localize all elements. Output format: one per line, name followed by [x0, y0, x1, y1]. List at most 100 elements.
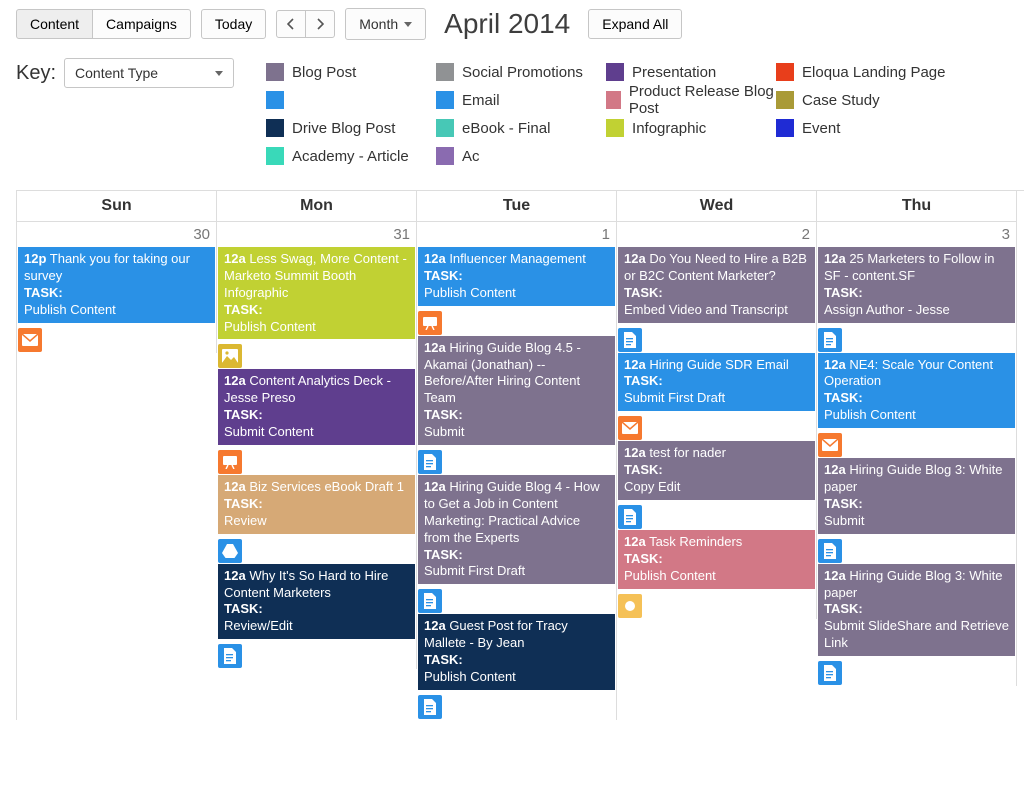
legend-label: Drive Blog Post	[292, 120, 395, 137]
key-label: Key:	[16, 58, 56, 85]
swatch	[776, 63, 794, 81]
event[interactable]: 12a Guest Post for Tracy Mallete - By Je…	[418, 614, 615, 690]
legend-label: Blog Post	[292, 64, 356, 81]
date-number: 2	[617, 222, 816, 247]
calendar-cell[interactable]: 112a Influencer ManagementTASK:Publish C…	[417, 222, 617, 720]
legend-label: Eloqua Landing Page	[802, 64, 945, 81]
legend-label: Ac	[462, 148, 480, 165]
day-header: Wed	[617, 191, 817, 222]
nav-arrows	[276, 10, 335, 38]
page-title: April 2014	[444, 8, 570, 40]
preso-icon	[218, 450, 242, 474]
chevron-down-icon	[215, 71, 223, 76]
legend-label: Presentation	[632, 64, 716, 81]
legend-label: Infographic	[632, 120, 706, 137]
img-icon	[218, 344, 242, 368]
swatch	[436, 91, 454, 109]
event[interactable]: 12a Hiring Guide Blog 4.5 - Akamai (Jona…	[418, 336, 615, 445]
event[interactable]: 12a Less Swag, More Content - Marketo Su…	[218, 247, 415, 339]
legend-item: Presentation	[606, 58, 776, 86]
doc-icon	[418, 589, 442, 613]
legend-item: Product Release Blog Post	[606, 86, 776, 114]
legend-item: Academy - Article	[266, 142, 436, 170]
event[interactable]: 12a Hiring Guide SDR EmailTASK:Submit Fi…	[618, 353, 815, 412]
legend-label: Email	[462, 92, 500, 109]
swatch	[266, 91, 284, 109]
legend-item: Social Promotions	[436, 58, 606, 86]
doc-icon	[618, 505, 642, 529]
mail-icon	[818, 433, 842, 457]
event[interactable]: 12a NE4: Scale Your Content OperationTAS…	[818, 353, 1015, 429]
event[interactable]: 12a test for naderTASK:Copy Edit	[618, 441, 815, 500]
event[interactable]: 12a 25 Marketers to Follow in SF - conte…	[818, 247, 1015, 323]
today-button[interactable]: Today	[201, 9, 266, 39]
legend-item: Eloqua Landing Page	[776, 58, 946, 86]
event[interactable]: 12a Content Analytics Deck - Jesse Preso…	[218, 369, 415, 445]
event[interactable]: 12a Hiring Guide Blog 3: White paperTASK…	[818, 564, 1015, 656]
legend-label: Case Study	[802, 92, 880, 109]
event[interactable]: 12a Task RemindersTASK:Publish Content	[618, 530, 815, 589]
legend-label: Academy - Article	[292, 148, 409, 165]
calendar-cell[interactable]: 3112a Less Swag, More Content - Marketo …	[217, 222, 417, 669]
calendar-row: 3012p Thank you for taking our surveyTAS…	[17, 222, 1024, 720]
event[interactable]: 12a Influencer ManagementTASK:Publish Co…	[418, 247, 615, 306]
view-tabs: Content Campaigns	[16, 9, 191, 39]
drive-icon	[218, 539, 242, 563]
tab-content[interactable]: Content	[16, 9, 93, 39]
preso-icon	[418, 311, 442, 335]
date-number: 1	[417, 222, 616, 247]
date-number: 3	[817, 222, 1016, 247]
legend-label: Event	[802, 120, 840, 137]
swatch	[266, 147, 284, 165]
calendar-cell[interactable]: 3012p Thank you for taking our surveyTAS…	[17, 222, 217, 353]
period-value: Month	[359, 16, 398, 32]
legend-item: eBook - Final	[436, 114, 606, 142]
legend-item: Infographic	[606, 114, 776, 142]
legend-item: Blog Post	[266, 58, 436, 86]
date-number: 31	[217, 222, 416, 247]
doc-icon	[818, 661, 842, 685]
swatch	[266, 63, 284, 81]
legend-item: Event	[776, 114, 946, 142]
date-number: 30	[17, 222, 216, 247]
swatch	[606, 63, 624, 81]
legend-label: eBook - Final	[462, 120, 550, 137]
tab-campaigns[interactable]: Campaigns	[92, 9, 191, 39]
legend-item: Email	[436, 86, 606, 114]
next-button[interactable]	[305, 10, 335, 38]
key-select-value: Content Type	[75, 65, 215, 81]
swatch	[436, 119, 454, 137]
chevron-down-icon	[404, 22, 412, 27]
swatch	[436, 63, 454, 81]
doc-icon	[618, 328, 642, 352]
calendar-cell[interactable]: 312a 25 Marketers to Follow in SF - cont…	[817, 222, 1017, 686]
legend-item: Drive Blog Post	[266, 114, 436, 142]
event[interactable]: 12a Do You Need to Hire a B2B or B2C Con…	[618, 247, 815, 323]
swatch	[266, 119, 284, 137]
prev-button[interactable]	[276, 10, 306, 38]
expand-all-button[interactable]: Expand All	[588, 9, 682, 39]
legend-item: Ac	[436, 142, 606, 170]
legend-label: Product Release Blog Post	[629, 83, 776, 117]
period-select[interactable]: Month	[345, 8, 426, 40]
key-select[interactable]: Content Type	[64, 58, 234, 88]
swatch	[436, 147, 454, 165]
mail-icon	[18, 328, 42, 352]
swatch	[776, 119, 794, 137]
event[interactable]: 12a Hiring Guide Blog 3: White paperTASK…	[818, 458, 1015, 534]
doc-icon	[418, 450, 442, 474]
event[interactable]: 12a Biz Services eBook Draft 1TASK:Revie…	[218, 475, 415, 534]
doc-icon	[818, 328, 842, 352]
doc-icon	[818, 539, 842, 563]
calendar-cell[interactable]: 212a Do You Need to Hire a B2B or B2C Co…	[617, 222, 817, 619]
day-header: Thu	[817, 191, 1017, 222]
event[interactable]: 12a Hiring Guide Blog 4 - How to Get a J…	[418, 475, 615, 584]
event[interactable]: 12p Thank you for taking our surveyTASK:…	[18, 247, 215, 323]
event[interactable]: 12a Why It's So Hard to Hire Content Mar…	[218, 564, 415, 640]
legend-item: Case Study	[776, 86, 946, 114]
day-header: Sun	[17, 191, 217, 222]
calendar: SunMonTueWedThu 3012p Thank you for taki…	[16, 190, 1024, 720]
toolbar: Content Campaigns Today Month April 2014…	[16, 8, 1024, 40]
mail-icon	[618, 416, 642, 440]
legend: Blog Post Social Promotions Presentation El…	[266, 58, 1024, 170]
